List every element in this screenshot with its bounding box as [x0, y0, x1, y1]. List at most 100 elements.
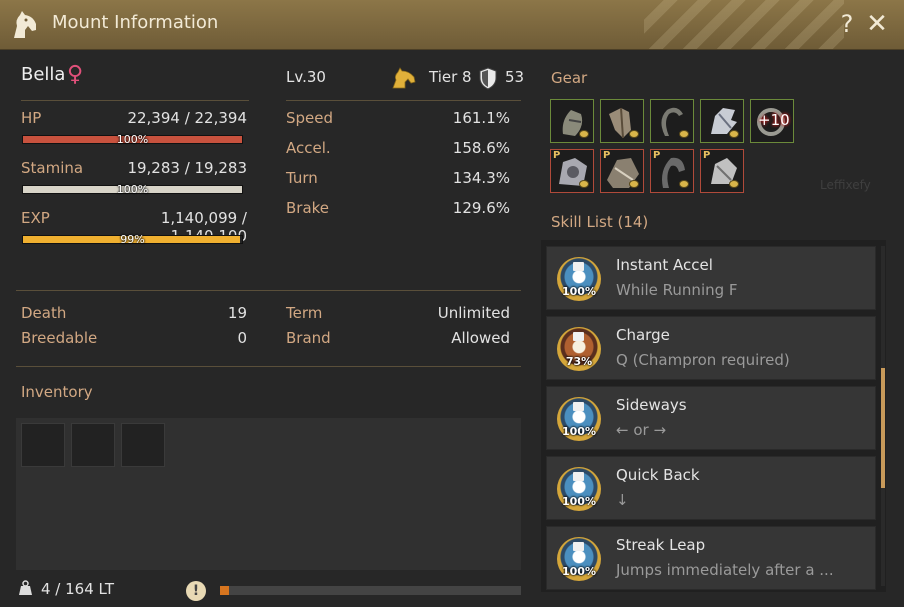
- divider-name: [21, 100, 249, 101]
- inventory-slot[interactable]: [21, 423, 65, 467]
- gear-slot-premium-champron[interactable]: P: [700, 149, 744, 193]
- watermark: Leffixefy: [820, 178, 871, 192]
- gear-slot-premium-saddle[interactable]: P: [600, 149, 644, 193]
- mount-level: Lv.30: [286, 68, 326, 86]
- weight-bar-fill: [220, 586, 230, 595]
- inventory-slot[interactable]: [71, 423, 115, 467]
- skill-row[interactable]: 100% Sideways ← or →: [546, 386, 876, 450]
- skill-mastery: 100%: [562, 285, 596, 298]
- exp-bar-percent: 99%: [120, 233, 145, 246]
- exp-bar: 99%: [22, 233, 243, 246]
- warning-icon[interactable]: !: [186, 581, 206, 601]
- hp-bar-percent: 100%: [116, 133, 149, 146]
- speed-value: 161.1%: [452, 109, 510, 127]
- skill-name: Charge: [616, 326, 670, 344]
- breedable-label: Breedable: [21, 329, 98, 347]
- mount-tier: Tier 8: [429, 68, 472, 86]
- skill-command: ↓: [616, 491, 629, 509]
- female-icon: ♀: [67, 62, 84, 87]
- death-value: 19: [227, 304, 247, 322]
- skill-mastery: 100%: [562, 565, 596, 578]
- equipped-icon: [579, 130, 589, 138]
- gear-slot-enhanced[interactable]: +10: [750, 99, 794, 143]
- gear-slot-horseshoe[interactable]: [650, 99, 694, 143]
- term-value: Unlimited: [437, 304, 510, 322]
- skill-row[interactable]: 100% Quick Back ↓: [546, 456, 876, 520]
- term-label: Term: [286, 304, 323, 322]
- premium-label: P: [603, 150, 611, 161]
- accel-label: Accel.: [286, 139, 331, 157]
- premium-label: P: [653, 150, 661, 161]
- turn-value: 134.3%: [452, 169, 510, 187]
- gear-slot-premium-stirrups[interactable]: P: [650, 149, 694, 193]
- skill-name: Quick Back: [616, 466, 700, 484]
- stamina-bar: 100%: [22, 183, 243, 196]
- lock-icon: [573, 332, 584, 341]
- title-bar[interactable]: Mount Information ? ✕: [0, 0, 904, 50]
- gear-slot-saddle[interactable]: [600, 99, 644, 143]
- skill-list-scrollbar[interactable]: [881, 246, 885, 586]
- brake-value: 129.6%: [452, 199, 510, 217]
- armor-value: 53: [505, 68, 525, 86]
- brand-label: Brand: [286, 329, 331, 347]
- stamina-label: Stamina: [21, 159, 84, 177]
- skill-blue-icon: 100%: [557, 397, 601, 441]
- enhance-level: +10: [758, 111, 790, 129]
- skill-command: Q (Champron required): [616, 351, 790, 369]
- brand-value: Allowed: [451, 329, 510, 347]
- inventory-slot[interactable]: [121, 423, 165, 467]
- skill-row[interactable]: 73% Charge Q (Champron required): [546, 316, 876, 380]
- lock-icon: [573, 262, 584, 271]
- breedable-value: 0: [237, 329, 247, 347]
- hp-label: HP: [21, 109, 42, 127]
- inventory-title: Inventory: [21, 383, 93, 401]
- equipped-icon: [629, 180, 639, 188]
- brake-label: Brake: [286, 199, 330, 217]
- lock-icon: [573, 542, 584, 551]
- equipped-icon: [729, 130, 739, 138]
- equipped-icon: [629, 130, 639, 138]
- window-title: Mount Information: [52, 12, 219, 33]
- exp-label: EXP: [21, 209, 50, 227]
- premium-label: P: [703, 150, 711, 161]
- skill-blue-icon: 100%: [557, 467, 601, 511]
- skill-blue-icon: 100%: [557, 537, 601, 581]
- premium-label: P: [553, 150, 561, 161]
- equipped-icon: [729, 180, 739, 188]
- scrollbar-thumb[interactable]: [881, 368, 885, 488]
- skill-mastery: 100%: [562, 495, 596, 508]
- skill-red-icon: 73%: [557, 327, 601, 371]
- hp-value: 22,394 / 22,394: [127, 109, 247, 127]
- skill-row[interactable]: 100% Instant Accel While Running F: [546, 246, 876, 310]
- weight-icon: [19, 580, 32, 595]
- skill-mastery: 100%: [562, 425, 596, 438]
- equipped-icon: [579, 180, 589, 188]
- equipped-icon: [679, 130, 689, 138]
- horse-head-icon: [14, 11, 36, 38]
- divider-info: [16, 366, 521, 367]
- inventory-weight: 4 / 164 LT: [41, 580, 114, 598]
- gear-title: Gear: [551, 69, 588, 87]
- skill-name: Instant Accel: [616, 256, 713, 274]
- horse-tier-icon: [392, 67, 416, 89]
- gear-slot-barding[interactable]: [700, 99, 744, 143]
- hp-bar: 100%: [22, 133, 243, 146]
- death-label: Death: [21, 304, 67, 322]
- skill-name: Streak Leap: [616, 536, 706, 554]
- stamina-value: 19,283 / 19,283: [127, 159, 247, 177]
- skill-name: Sideways: [616, 396, 687, 414]
- skill-list-title: Skill List (14): [551, 213, 649, 231]
- gear-slot-premium-barding[interactable]: P: [550, 149, 594, 193]
- weight-bar: [220, 586, 521, 595]
- skill-row[interactable]: 100% Streak Leap Jumps immediately after…: [546, 526, 876, 590]
- divider-level: [286, 100, 521, 101]
- lock-icon: [573, 472, 584, 481]
- title-bar-decoration: [644, 0, 844, 49]
- skill-mastery: 73%: [565, 355, 593, 368]
- question-mark-icon[interactable]: ?: [836, 10, 858, 38]
- close-icon[interactable]: ✕: [864, 10, 890, 38]
- accel-value: 158.6%: [452, 139, 510, 157]
- skill-command: While Running F: [616, 281, 738, 299]
- skill-command: Jumps immediately after a ...: [616, 561, 834, 579]
- gear-slot-stirrups[interactable]: [550, 99, 594, 143]
